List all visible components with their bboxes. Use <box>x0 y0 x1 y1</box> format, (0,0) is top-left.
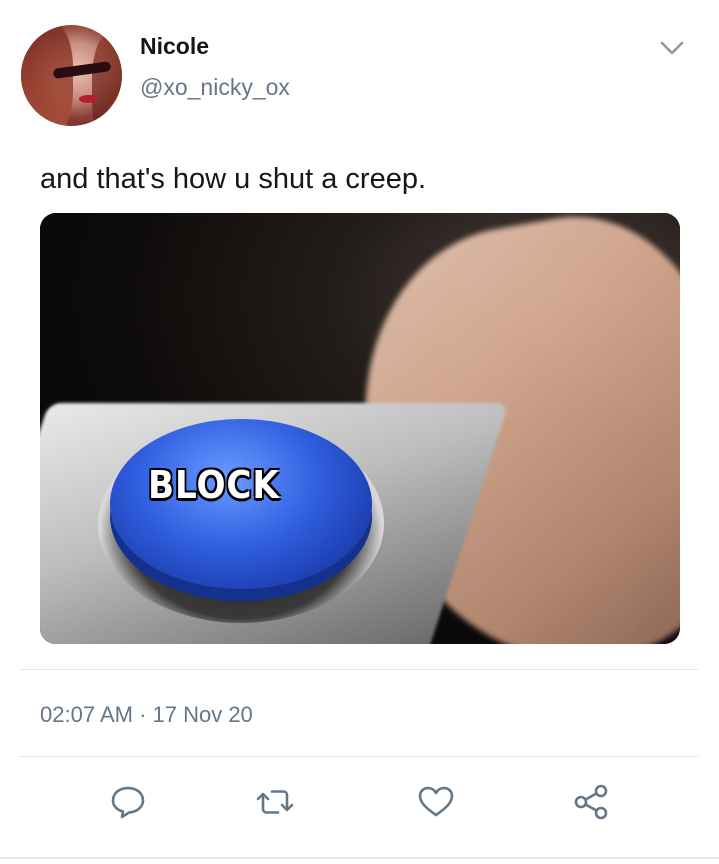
user-display-name[interactable]: Nicole <box>140 33 209 60</box>
divider-top <box>20 669 699 670</box>
divider-bottom <box>20 756 699 757</box>
retweet-button[interactable] <box>251 778 299 826</box>
avatar-hair-right <box>92 35 122 126</box>
retweet-icon <box>256 790 294 814</box>
chevron-down-icon[interactable] <box>656 36 688 60</box>
reply-icon <box>111 786 145 819</box>
media-button-label: BLOCK <box>148 463 280 507</box>
tweet-media-image[interactable]: BLOCK <box>40 213 680 644</box>
avatar-lips <box>79 95 97 103</box>
bottom-border <box>0 857 719 859</box>
user-handle[interactable]: @xo_nicky_ox <box>140 74 290 101</box>
share-icon <box>574 784 608 820</box>
avatar[interactable] <box>21 25 122 126</box>
tweet-text: and that's how u shut a creep. <box>40 163 427 195</box>
tweet-actions <box>0 778 719 834</box>
tweet-timestamp[interactable]: 02:07 AM · 17 Nov 20 <box>40 702 253 728</box>
like-button[interactable] <box>412 778 460 826</box>
reply-button[interactable] <box>104 778 152 826</box>
share-button[interactable] <box>567 778 615 826</box>
heart-icon <box>418 786 454 817</box>
tweet-detail: Nicole @xo_nicky_ox and that's how u shu… <box>0 0 719 864</box>
